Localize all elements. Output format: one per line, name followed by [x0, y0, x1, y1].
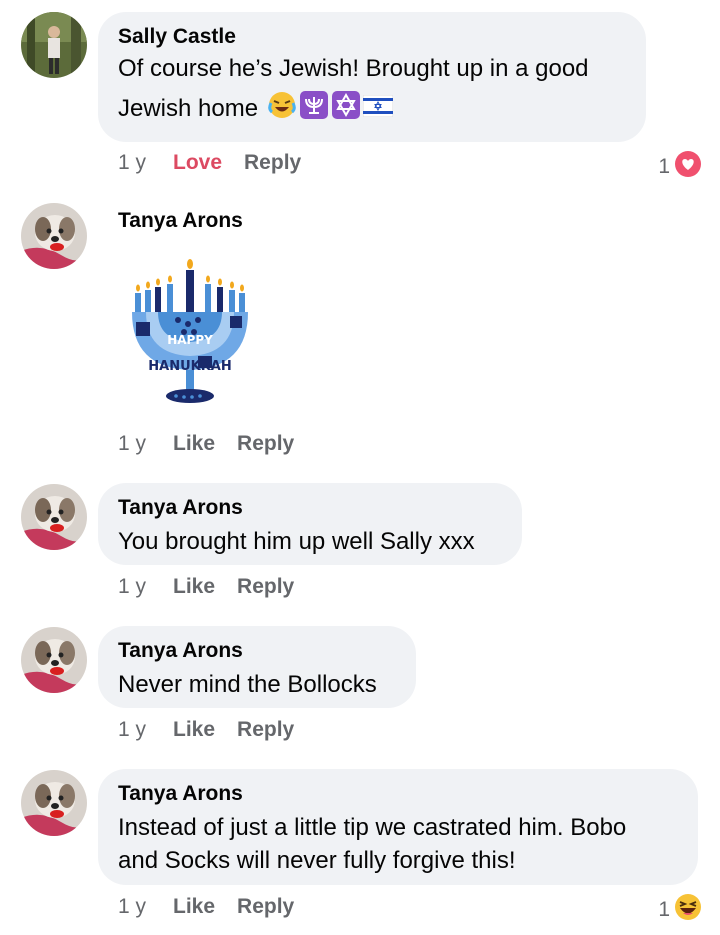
reaction-count: 1 [658, 898, 670, 921]
reply-button[interactable]: Reply [237, 895, 294, 919]
comment-text-line2: and Socks will never fully forgive this! [118, 847, 516, 874]
comment-actions: 1 y Like Reply [118, 895, 316, 919]
comment-text: Instead of just a little tip we castrate… [118, 814, 627, 841]
like-button[interactable]: Like [173, 895, 215, 919]
avatar-tanya-arons[interactable] [21, 627, 87, 693]
comment-text: You brought him up well Sally xxx [118, 528, 475, 555]
avatar-sally-castle[interactable] [21, 12, 87, 78]
comment-actions: 1 y Love Reply [118, 151, 323, 175]
star-of-david-emoji [331, 90, 361, 129]
comment-text-line2: Jewish home [118, 90, 626, 129]
heart-icon [674, 150, 702, 184]
comment-timestamp[interactable]: 1 y [118, 432, 173, 456]
comment-timestamp[interactable]: 1 y [118, 895, 173, 919]
haha-laugh-icon [674, 893, 702, 927]
comment-bubble: Sally Castle Of course he’s Jewish! Brou… [98, 12, 646, 142]
comment-author[interactable]: Sally Castle [118, 24, 626, 50]
like-button[interactable]: Like [173, 575, 215, 599]
happy-hanukkah-sticker: HAPPY HANUKKAH [128, 258, 258, 411]
comment-author[interactable]: Tanya Arons [118, 209, 243, 233]
reaction-count: 1 [658, 155, 670, 178]
reaction-summary[interactable]: 1 [658, 150, 702, 184]
comment-timestamp[interactable]: 1 y [118, 151, 173, 175]
comment-actions: 1 y Like Reply [118, 432, 316, 456]
comment-author[interactable]: Tanya Arons [118, 638, 396, 664]
sticker-text-happy: HAPPY [167, 333, 213, 347]
laughing-crying-emoji [267, 90, 297, 129]
comment-text: Never mind the Bollocks [118, 671, 377, 698]
love-button[interactable]: Love [173, 151, 222, 175]
comment-author[interactable]: Tanya Arons [118, 781, 678, 807]
reply-button[interactable]: Reply [237, 575, 294, 599]
comment-timestamp[interactable]: 1 y [118, 575, 173, 599]
avatar-tanya-arons[interactable] [21, 770, 87, 836]
avatar-tanya-arons[interactable] [21, 203, 87, 269]
comment-bubble: Tanya Arons Instead of just a little tip… [98, 769, 698, 885]
reply-button[interactable]: Reply [244, 151, 301, 175]
comment-bubble: Tanya Arons You brought him up well Sall… [98, 483, 522, 565]
israel-flag-emoji [362, 94, 394, 126]
comment-actions: 1 y Like Reply [118, 575, 316, 599]
comment-actions: 1 y Like Reply [118, 718, 316, 742]
reply-button[interactable]: Reply [237, 432, 294, 456]
reply-button[interactable]: Reply [237, 718, 294, 742]
reaction-summary[interactable]: 1 [658, 893, 702, 927]
avatar-tanya-arons[interactable] [21, 484, 87, 550]
comment-bubble: Tanya Arons Never mind the Bollocks [98, 626, 416, 708]
menorah-emoji [299, 90, 329, 129]
comment-timestamp[interactable]: 1 y [118, 718, 173, 742]
comment-text: Of course he’s Jewish! Brought up in a g… [118, 55, 589, 82]
like-button[interactable]: Like [173, 718, 215, 742]
like-button[interactable]: Like [173, 432, 215, 456]
comment-author[interactable]: Tanya Arons [118, 495, 502, 521]
